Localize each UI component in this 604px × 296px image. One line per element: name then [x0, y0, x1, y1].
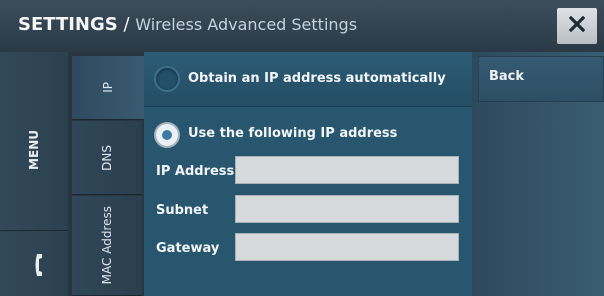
radio-auto[interactable]	[154, 66, 180, 92]
option-obtain-automatically[interactable]: Obtain an IP address automatically	[144, 52, 472, 107]
back-button-label: Back	[489, 69, 525, 84]
ip-settings-panel: Obtain an IP address automatically Use t…	[144, 52, 472, 296]
tab-dns[interactable]: DNS	[72, 121, 142, 195]
title-subtitle: Wireless Advanced Settings	[135, 15, 358, 34]
subnet-label: Subnet	[156, 203, 209, 218]
title-separator: /	[117, 14, 136, 35]
menu-button[interactable]: MENU	[0, 52, 68, 231]
tab-ip-label: IP	[101, 82, 115, 93]
tab-ip[interactable]: IP	[72, 56, 144, 120]
title-main: SETTINGS	[18, 14, 118, 35]
radio-manual[interactable]	[154, 122, 180, 148]
left-rail: MENU	[0, 52, 68, 296]
ip-address-label: IP Address	[156, 164, 235, 179]
option-auto-label: Obtain an IP address automatically	[188, 71, 446, 86]
subnet-input[interactable]	[235, 195, 459, 223]
gateway-label: Gateway	[156, 241, 220, 256]
tab-mac-address[interactable]: MAC Address	[72, 196, 142, 296]
page-title: SETTINGS / Wireless Advanced Settings	[18, 14, 357, 35]
phone-button[interactable]	[0, 232, 68, 296]
menu-label: MENU	[27, 130, 41, 170]
header-bar: SETTINGS / Wireless Advanced Settings	[0, 0, 604, 52]
back-button[interactable]: Back	[478, 56, 604, 102]
gateway-input[interactable]	[235, 233, 459, 261]
option-manual-label: Use the following IP address	[188, 126, 398, 141]
tab-mac-address-label: MAC Address	[100, 206, 114, 285]
ip-address-input[interactable]	[235, 156, 459, 184]
phone-icon	[34, 252, 48, 282]
tab-column: IP DNS MAC Address	[68, 52, 144, 296]
close-icon	[568, 15, 586, 36]
tab-dns-label: DNS	[100, 144, 114, 171]
close-button[interactable]	[557, 8, 597, 44]
action-column: Back	[472, 52, 604, 296]
